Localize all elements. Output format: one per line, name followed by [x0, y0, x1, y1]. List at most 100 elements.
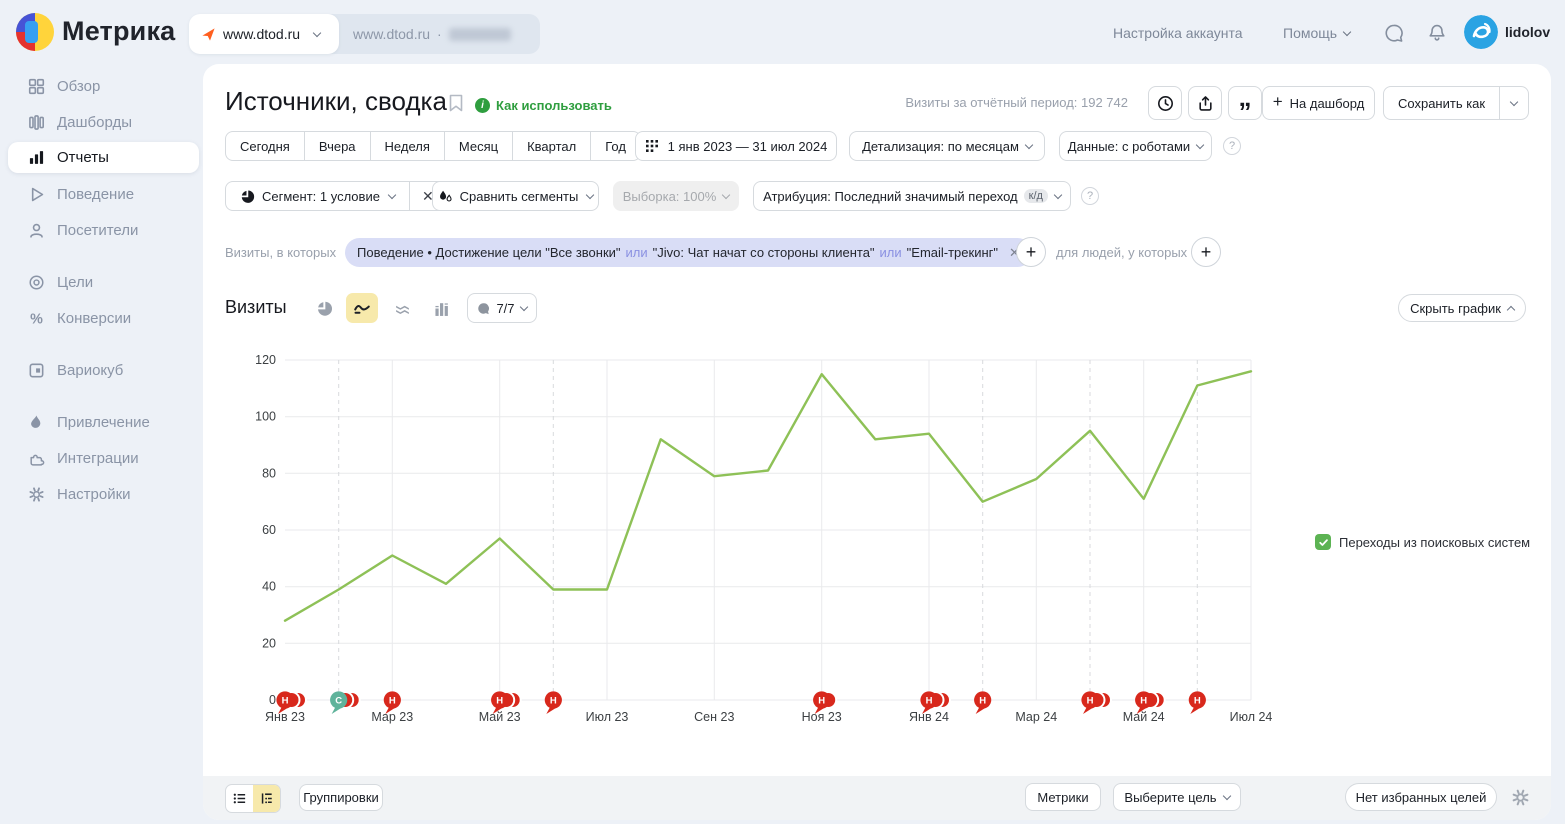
username-label[interactable]: lidolov — [1505, 24, 1550, 40]
sidebar-item-посетители[interactable]: Посетители — [8, 215, 199, 246]
filter-visits-label: Визиты, в которых — [225, 245, 337, 260]
svg-text:Сен 23: Сен 23 — [694, 710, 734, 724]
sidebar-item-обзор[interactable]: Обзор — [8, 71, 199, 102]
annotations-pages-dropdown[interactable]: 7/7 — [467, 293, 537, 323]
chevron-down-icon — [519, 302, 528, 311]
segment-dropdown[interactable]: Сегмент: 1 условие — [226, 182, 410, 210]
svg-text:Май 24: Май 24 — [1123, 710, 1165, 724]
period-preset-месяц[interactable]: Месяц — [445, 132, 514, 160]
date-range-label: 1 янв 2023 — 31 июл 2024 — [667, 138, 828, 154]
save-as-button[interactable]: Сохранить как — [1384, 87, 1501, 119]
hide-chart-button[interactable]: Скрыть график — [1398, 294, 1526, 322]
user-avatar[interactable] — [1464, 15, 1498, 49]
save-as-menu-button[interactable] — [1500, 87, 1528, 119]
sidebar-item-label: Поведение — [57, 186, 135, 203]
period-preset-год[interactable]: Год — [591, 132, 640, 160]
checkbox-checked-icon[interactable] — [1315, 534, 1331, 550]
export-icon — [1198, 95, 1212, 111]
list-view-button[interactable] — [226, 785, 253, 812]
date-range-button[interactable]: 1 янв 2023 — 31 июл 2024 — [635, 131, 837, 161]
view-mode-toggle — [225, 784, 281, 813]
chip-condition-text: "Email-трекинг" — [906, 245, 999, 260]
filter-condition-chip[interactable]: Поведение • Достижение цели "Все звонки"… — [345, 238, 1032, 267]
svg-text:60: 60 — [262, 523, 276, 537]
counter-tab-inactive[interactable]: www.dtod.ru · — [339, 14, 540, 54]
data-mode-dropdown[interactable]: Данные: с роботами — [1059, 131, 1212, 161]
hide-chart-label: Скрыть график — [1410, 300, 1501, 316]
dashboards-icon — [28, 114, 45, 131]
chart-type-pie-button[interactable] — [308, 293, 340, 323]
counter-tab-active[interactable]: www.dtod.ru — [189, 14, 339, 54]
chat-icon[interactable] — [1384, 23, 1404, 43]
sidebar-item-поведение[interactable]: Поведение — [8, 179, 199, 210]
compare-segments-dropdown[interactable]: Сравнить сегменты — [432, 181, 599, 211]
tree-icon — [261, 793, 272, 804]
add-people-condition-button[interactable]: + — [1191, 237, 1221, 267]
notifications-bell-icon[interactable] — [1427, 23, 1447, 43]
metrica-app: Метрика www.dtod.ru www.dtod.ru · Настро… — [0, 0, 1565, 824]
chart-type-area-button[interactable] — [386, 293, 418, 323]
segment-label: Сегмент: 1 условие — [262, 188, 380, 204]
comments-icon: „ — [1238, 82, 1252, 112]
page-title: Источники, сводка — [225, 86, 447, 116]
svg-text:Мар 23: Мар 23 — [371, 710, 413, 724]
chevron-down-icon — [1024, 140, 1034, 149]
sidebar-item-label: Привлечение — [57, 414, 150, 431]
sidebar-item-конверсии[interactable]: % Конверсии — [8, 303, 199, 334]
sidebar-item-отчеты[interactable]: Отчеты — [8, 142, 199, 173]
svg-text:Мар 24: Мар 24 — [1015, 710, 1057, 724]
line-chart-canvas[interactable]: 0 20 40 60 80 100 120 Янв 23 Мар 23 Май 23 Июл 23 С… — [203, 349, 1503, 769]
chevron-down-icon — [312, 28, 322, 37]
period-preset-квартал[interactable]: Квартал — [513, 132, 592, 160]
legend-item-search-traffic[interactable]: Переходы из поисковых систем — [1315, 534, 1530, 550]
choose-goal-dropdown[interactable]: Выберите цель — [1113, 783, 1241, 811]
sampling-dropdown[interactable]: Выборка: 100% — [613, 181, 739, 211]
svg-text:Н: Н — [550, 695, 557, 706]
period-preset-вчера[interactable]: Вчера — [305, 132, 371, 160]
sidebar-item-интеграции[interactable]: Интеграции — [8, 443, 199, 474]
save-as-label: Сохранить как — [1398, 95, 1486, 111]
export-button[interactable] — [1188, 86, 1222, 120]
data-mode-label: Данные: с роботами — [1067, 138, 1191, 154]
account-settings-link[interactable]: Настройка аккаунта — [1113, 25, 1243, 41]
period-preset-неделя[interactable]: Неделя — [371, 132, 445, 160]
annotations-button[interactable]: „ — [1228, 82, 1262, 120]
groupings-button[interactable]: Группировки — [299, 784, 383, 811]
sidebar-item-цели[interactable]: Цели — [8, 267, 199, 298]
help-menu[interactable]: Помощь — [1283, 25, 1352, 41]
chart-type-line-button[interactable] — [346, 293, 378, 323]
chevron-up-icon — [1506, 305, 1516, 315]
plus-icon: + — [1272, 92, 1283, 111]
period-preset-сегодня[interactable]: Сегодня — [226, 132, 305, 160]
metrics-button[interactable]: Метрики — [1025, 783, 1101, 811]
list-icon — [233, 793, 246, 804]
add-to-dashboard-button[interactable]: + На дашборд — [1262, 86, 1375, 120]
sidebar-item-вариокуб[interactable]: Вариокуб — [8, 355, 199, 386]
overview-icon — [28, 78, 45, 95]
counter-tab-label: www.dtod.ru — [223, 26, 301, 42]
tree-view-button[interactable] — [253, 785, 280, 812]
help-question-icon[interactable]: ? — [1081, 187, 1099, 205]
favorite-goals-pill[interactable]: Нет избранных целей — [1345, 783, 1497, 811]
detail-label: Детализация: по месяцам — [862, 138, 1019, 154]
segment-pie-icon — [241, 190, 255, 203]
how-to-use-link[interactable]: i Как использовать — [475, 98, 612, 113]
chevron-down-icon — [1342, 27, 1352, 36]
bookmark-icon[interactable] — [448, 94, 464, 112]
svg-text:Н: Н — [389, 695, 396, 706]
chip-condition-text: Поведение • Достижение цели "Все звонки" — [357, 245, 621, 260]
gear-icon[interactable] — [1511, 788, 1530, 807]
attribution-dropdown[interactable]: Атрибуция: Последний значимый переход к/… — [753, 181, 1071, 211]
help-question-icon[interactable]: ? — [1223, 137, 1241, 155]
sidebar-item-дашборды[interactable]: Дашборды — [8, 107, 199, 138]
filter-people-label: для людей, у которых — [1056, 245, 1188, 260]
sidebar-item-настройки[interactable]: Настройки — [8, 479, 199, 510]
chart-type-columns-button[interactable] — [425, 293, 457, 323]
masked-counter-id — [448, 27, 511, 41]
history-clock-button[interactable] — [1148, 86, 1182, 120]
add-visit-condition-button[interactable]: + — [1016, 237, 1046, 267]
dot-separator: · — [437, 26, 442, 42]
detail-dropdown[interactable]: Детализация: по месяцам — [849, 131, 1045, 161]
sidebar-item-привлечение[interactable]: Привлечение — [8, 407, 199, 438]
svg-text:Н: Н — [818, 695, 825, 706]
